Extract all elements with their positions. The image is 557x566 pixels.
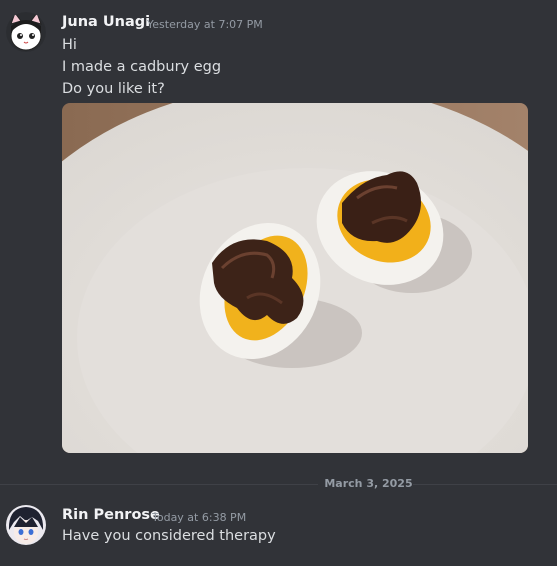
message-author[interactable]: Rin Penrose bbox=[62, 507, 160, 523]
cat-girl-avatar-icon bbox=[6, 12, 46, 52]
anime-boy-avatar-icon bbox=[6, 505, 46, 545]
image-attachment[interactable] bbox=[62, 103, 528, 453]
message-author[interactable]: Juna Unagi bbox=[62, 14, 150, 30]
message-text: Have you considered therapy bbox=[62, 528, 276, 544]
chat-messages: Juna Unagi Yesterday at 7:07 PM Hi I mad… bbox=[0, 0, 557, 566]
divider-line-right bbox=[413, 484, 557, 485]
avatar[interactable] bbox=[6, 505, 46, 545]
avatar[interactable] bbox=[6, 12, 46, 52]
message-timestamp: Today at 6:38 PM bbox=[152, 511, 247, 524]
egg-photo-image bbox=[62, 103, 528, 453]
message-text: Hi bbox=[62, 37, 77, 53]
message-text: Do you like it? bbox=[62, 81, 165, 97]
message-text: I made a cadbury egg bbox=[62, 59, 222, 75]
message-timestamp: Yesterday at 7:07 PM bbox=[147, 18, 263, 31]
